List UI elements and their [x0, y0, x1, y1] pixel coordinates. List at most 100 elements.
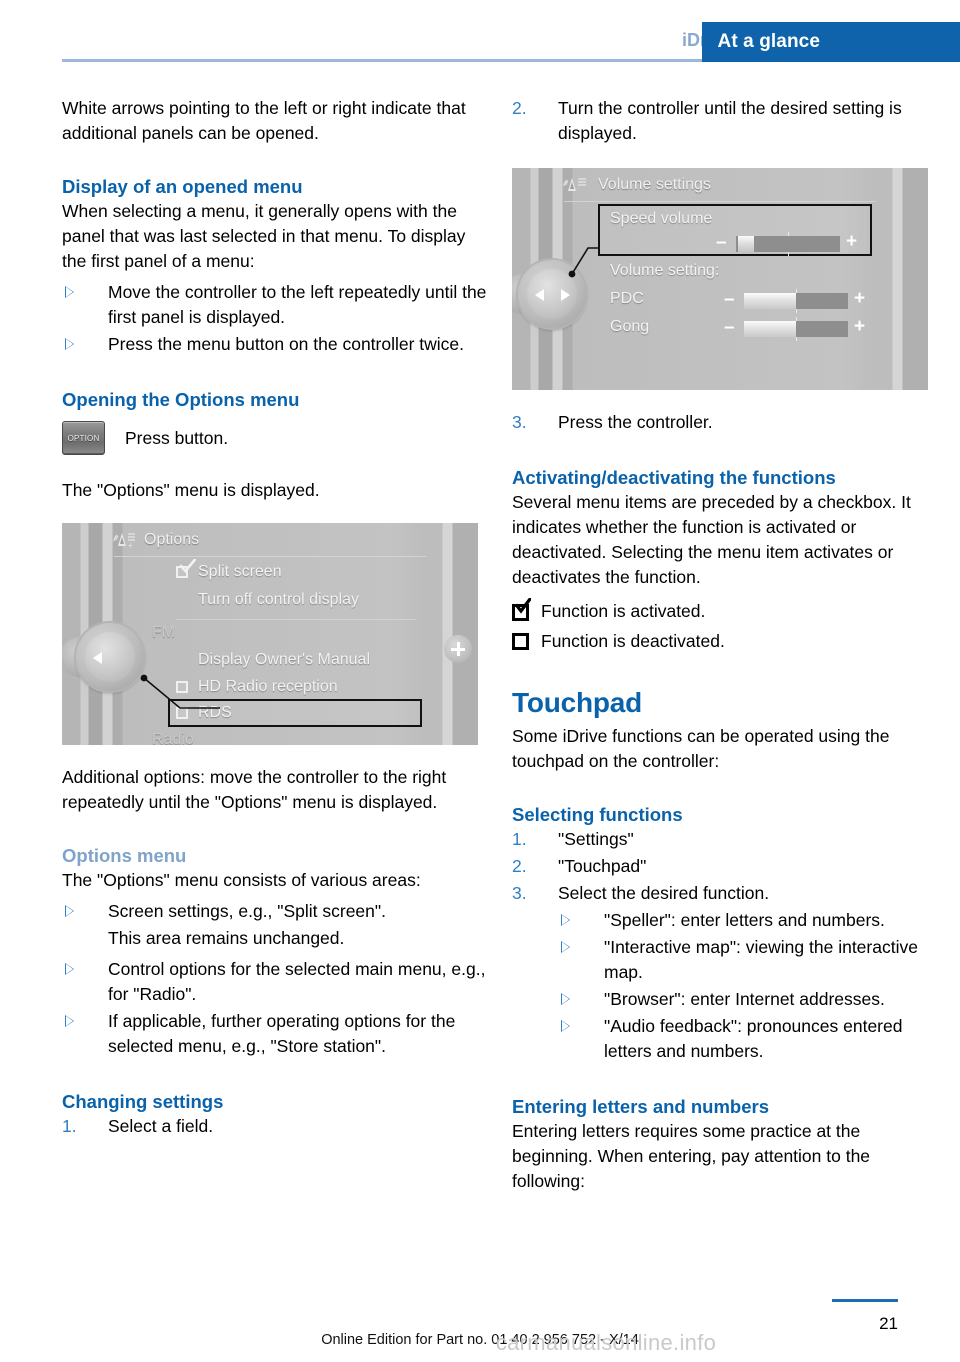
options-menu-paragraph: The "Options" menu consists of various a…: [62, 870, 421, 890]
idrive-title-separator: [564, 201, 876, 202]
option-button-row: OPTION Press button.: [62, 418, 487, 458]
slider-plus-icon[interactable]: +: [846, 232, 857, 251]
triangle-bullet-inner-icon: [562, 942, 569, 952]
idrive-menu-item-label[interactable]: HD Radio reception: [198, 678, 338, 696]
slider-tick-bottom: [796, 309, 797, 313]
slider-tick-bottom: [788, 252, 789, 256]
header-rule: [62, 59, 738, 62]
entering-paragraph: Entering letters requires some practice …: [512, 1121, 871, 1191]
list-item: If applicable, further operating options…: [62, 1009, 487, 1059]
checkbox-legend-label: Function is activated.: [541, 600, 706, 621]
idrive-group-separator: [176, 619, 416, 620]
checkmark-icon: [515, 597, 531, 614]
edition-note: Online Edition for Part no. 01 40 2 956 …: [321, 1332, 639, 1348]
idrive-checkbox-unchecked-hd-radio[interactable]: [176, 681, 188, 693]
triangle-bullet-inner-icon: [562, 994, 569, 1004]
idrive-menu-item-label[interactable]: Turn off control display: [198, 591, 359, 609]
list-item: Press the menu button on the controller …: [62, 332, 487, 357]
option-hardware-button-icon: OPTION: [62, 421, 105, 455]
list-item-label: "Browser": enter Internet addresses.: [604, 989, 885, 1009]
option-press-instruction: Press button.: [125, 427, 229, 448]
idrive-group-label: FM: [152, 624, 176, 641]
step-label: "Touchpad": [558, 856, 647, 876]
checkbox-box: [512, 632, 529, 650]
knob-right-arrow-icon: [561, 289, 570, 301]
idrive-menu-item-label[interactable]: RDS: [198, 704, 232, 722]
heading-options-menu: Options menu: [62, 845, 187, 866]
triangle-bullet-inner-icon: [562, 1021, 569, 1031]
slider-minus-icon[interactable]: –: [724, 290, 735, 309]
slider-minus-icon[interactable]: –: [716, 233, 727, 252]
touchpad-paragraph: Some iDrive functions can be operated us…: [512, 726, 890, 771]
triangle-bullet-inner-icon: [66, 964, 73, 974]
option-button-glyph-label: OPTION: [67, 433, 100, 443]
idrive-controller-knob-icon: [62, 619, 154, 697]
step-label: "Settings": [558, 829, 634, 849]
idrive-volume-settings-figure: Volume settings Speed volume – + Volume …: [512, 168, 928, 390]
selecting-functions-step-list: 1. "Settings" 2. "Touchpad" 3. Select th…: [512, 827, 937, 1064]
speed-volume-slider[interactable]: [736, 232, 840, 256]
slider-tick-top: [796, 289, 797, 293]
checkbox-unchecked-icon: [512, 632, 529, 650]
list-item-label: Screen settings, e.g., "Split screen".: [108, 901, 386, 921]
list-item-label: "Interactive map": viewing the interacti…: [604, 937, 918, 982]
list-item-label: Press the menu button on the controller …: [108, 334, 465, 354]
checkbox-legend-label: Function is deactivated.: [541, 630, 725, 651]
knob-left-arrow-icon: [535, 289, 544, 301]
idrive-menu-item-label[interactable]: Split screen: [198, 563, 282, 581]
heading-touchpad: Touchpad: [512, 687, 643, 718]
header-section-tab: At a glance: [701, 22, 960, 62]
gong-volume-slider[interactable]: [744, 317, 848, 341]
checkmark-icon: [180, 559, 196, 573]
slider-thumb[interactable]: [738, 236, 754, 252]
heading-entering-letters-and-numbers: Entering letters and numbers: [512, 1096, 769, 1117]
step-two-list: 2. Turn the controller until the desired…: [512, 96, 937, 146]
idrive-menu-item-label[interactable]: PDC: [610, 290, 644, 308]
list-item: 1. "Settings": [512, 827, 937, 852]
idrive-checkbox-unchecked-rds[interactable]: [176, 707, 188, 719]
additional-options-paragraph: Additional options: move the controller …: [62, 767, 447, 812]
page-footer: 21 Online Edition for Part no. 01 40 2 9…: [0, 1282, 960, 1362]
list-item: "Browser": enter Internet addresses.: [558, 987, 937, 1012]
list-item: Control options for the selected main me…: [62, 957, 487, 1007]
list-item: "Audio feedback": pronounces entered let…: [558, 1014, 937, 1064]
step-number: 1.: [512, 829, 527, 849]
idrive-screen-title: Options: [144, 531, 200, 548]
slider-plus-icon[interactable]: +: [854, 289, 865, 308]
idrive-screen-title: Volume settings: [598, 176, 711, 193]
checkbox-legend-deactivated: Function is deactivated.: [512, 628, 937, 654]
step-number: 3.: [512, 883, 527, 903]
idrive-title-separator: [114, 556, 426, 557]
idrive-screen-content: Volume settings Speed volume – + Volume …: [563, 168, 882, 390]
header-section-label: At a glance: [717, 31, 820, 52]
options-menu-bullet-list-cont: Control options for the selected main me…: [62, 957, 487, 1059]
triangle-bullet-inner-icon: [66, 906, 73, 916]
list-item: Move the controller to the left repeated…: [62, 280, 487, 330]
idrive-menu-item-label[interactable]: Speed volume: [610, 210, 712, 228]
list-item: "Interactive map": viewing the interacti…: [558, 935, 937, 985]
slider-fill: [744, 321, 796, 337]
svg-text:+: +: [128, 541, 133, 549]
display-menu-bullet-list: Move the controller to the left repeated…: [62, 280, 487, 357]
left-column: White arrows pointing to the left or rig…: [62, 96, 487, 1141]
idrive-plus-button-icon[interactable]: [444, 635, 472, 663]
right-column: 2. Turn the controller until the desired…: [512, 96, 937, 1194]
list-item-label: "Speller": enter letters and numbers.: [604, 910, 885, 930]
step-three-list: 3. Press the controller.: [512, 410, 937, 435]
idrive-menu-item-label[interactable]: Gong: [610, 318, 649, 336]
heading-opening-the-options-menu: Opening the Options menu: [62, 389, 300, 410]
heading-selecting-functions: Selecting functions: [512, 804, 683, 825]
radio-antenna-icon: +: [113, 533, 135, 549]
slider-minus-icon[interactable]: –: [724, 318, 735, 337]
list-item-label: Control options for the selected main me…: [108, 959, 486, 1004]
list-item: 3. Press the controller.: [512, 410, 937, 435]
pdc-volume-slider[interactable]: [744, 289, 848, 313]
idrive-menu-item-label[interactable]: Display Owner's Manual: [198, 651, 370, 669]
list-item-label: "Audio feedback": pronounces entered let…: [604, 1016, 903, 1061]
triangle-bullet-inner-icon: [562, 915, 569, 925]
knob-left-arrow-icon: [93, 652, 102, 664]
list-item: 2. "Touchpad": [512, 854, 937, 879]
changing-settings-step-list: 1. Select a field.: [62, 1114, 487, 1139]
slider-plus-icon[interactable]: +: [854, 317, 865, 336]
step-label: Press the controller.: [558, 412, 713, 432]
